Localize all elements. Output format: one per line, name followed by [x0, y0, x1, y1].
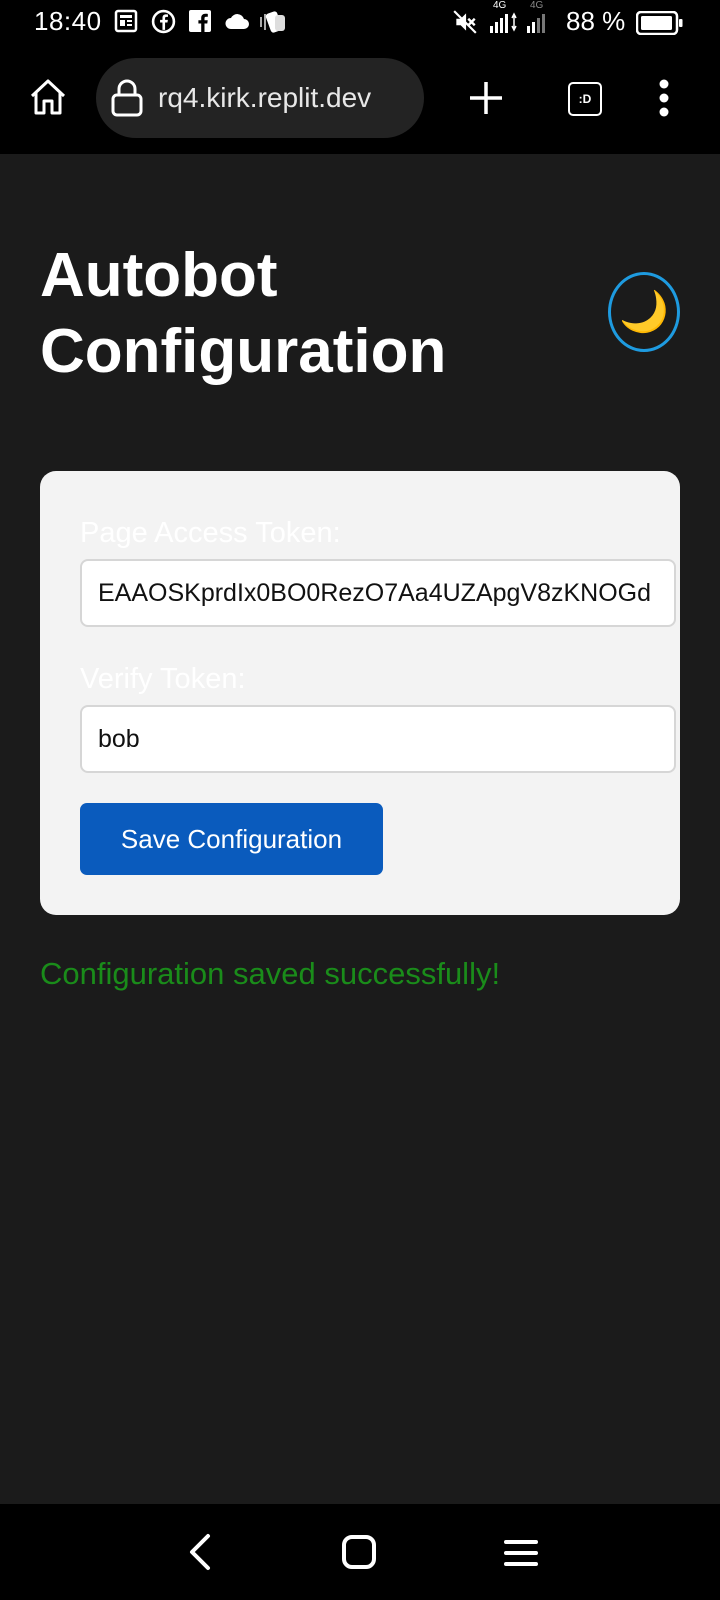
- home-square-icon[interactable]: [341, 1534, 377, 1575]
- page-title: Autobot Configuration: [40, 241, 447, 386]
- page-access-token-label: Page Access Token:: [80, 517, 341, 549]
- vibrate-icon: [258, 9, 290, 40]
- news-icon: [114, 9, 138, 38]
- url-bar[interactable]: rq4.kirk.replit.dev: [96, 58, 424, 138]
- page-access-token-input[interactable]: EAAOSKprdIx0BO0RezO7Aa4UZApgV8zKNOGd: [80, 559, 676, 627]
- back-icon[interactable]: [184, 1528, 214, 1581]
- theme-toggle-button[interactable]: 🌙: [608, 272, 680, 352]
- status-time: 18:40: [34, 6, 102, 36]
- home-icon[interactable]: [27, 76, 69, 123]
- verify-token-input[interactable]: bob: [80, 705, 676, 773]
- system-nav-bar: [0, 1504, 720, 1600]
- cloud-icon: [224, 12, 250, 37]
- lock-icon[interactable]: [110, 78, 144, 123]
- tabs-icon[interactable]: :D: [568, 82, 602, 116]
- network-type-label: 4G: [530, 0, 544, 11]
- recents-menu-icon[interactable]: [503, 1538, 539, 1573]
- success-message: Configuration saved successfully!: [40, 956, 501, 991]
- mute-icon: [452, 9, 478, 40]
- plus-icon[interactable]: [468, 80, 504, 121]
- signal-icon: [490, 12, 518, 39]
- status-bar: 18:40 4G 4G 88 %: [0, 0, 720, 46]
- moon-icon: 🌙: [619, 290, 669, 334]
- facebook-square-icon: [188, 9, 212, 38]
- battery-icon: [635, 10, 684, 40]
- facebook-circle-icon: [151, 9, 176, 39]
- tabs-label: :D: [578, 92, 592, 106]
- verify-token-label: Verify Token:: [80, 663, 246, 695]
- url-text[interactable]: rq4.kirk.replit.dev: [158, 82, 420, 114]
- signal-icon: [527, 12, 551, 39]
- save-configuration-button[interactable]: Save Configuration: [80, 803, 383, 875]
- network-type-label: 4G: [493, 0, 507, 11]
- config-form-card: Page Access Token: EAAOSKprdIx0BO0RezO7A…: [40, 471, 680, 915]
- battery-percentage: 88 %: [566, 6, 626, 36]
- more-vertical-icon[interactable]: [658, 78, 670, 123]
- browser-toolbar: rq4.kirk.replit.dev :D: [0, 46, 720, 154]
